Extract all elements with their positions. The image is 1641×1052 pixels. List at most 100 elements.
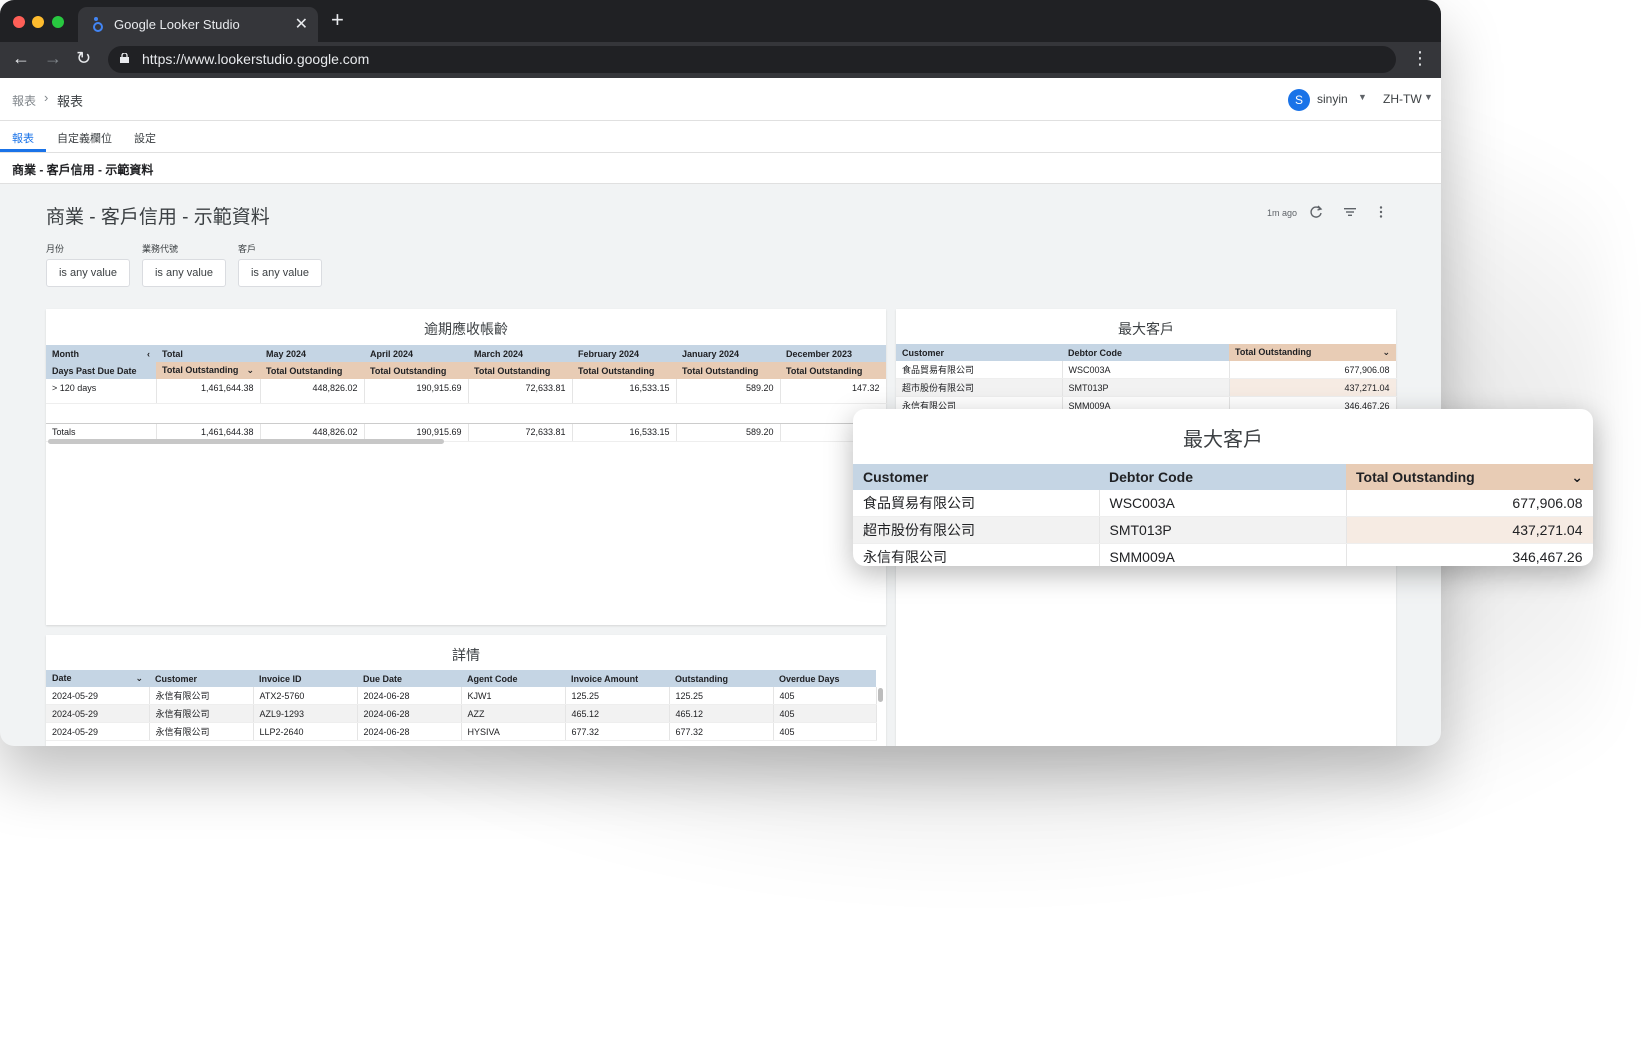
column-header[interactable]: Due Date [357, 670, 461, 687]
filter-customer[interactable]: is any value [238, 259, 322, 287]
metric-header[interactable]: Total Outstanding [364, 362, 468, 379]
pivot-col-header[interactable]: April 2024 [364, 345, 468, 362]
table-row[interactable]: 2024-05-29 永信有限公司 LLP2-2640 2024-06-28 H… [46, 722, 877, 741]
sort-chevron-icon[interactable]: ⌄ [135, 673, 143, 684]
pivot-row-dim-header[interactable]: Month ‹ [46, 345, 156, 362]
back-icon[interactable]: ← [12, 48, 30, 69]
aging-pivot-table[interactable]: Month ‹ Total May 2024 April 2024 March 2… [46, 345, 887, 442]
table-row[interactable]: 食品貿易有限公司 WSC003A 677,906.08 [853, 490, 1593, 517]
tab-settings[interactable]: 設定 [134, 130, 156, 146]
zoom-table[interactable]: Customer Debtor Code Total Outstanding ⌄ … [853, 464, 1593, 566]
forward-icon[interactable]: → [44, 48, 62, 69]
looker-studio-icon [93, 17, 103, 32]
refresh-icon[interactable] [1309, 205, 1323, 219]
last-refreshed-text: 1m ago [1267, 208, 1298, 218]
new-tab-icon[interactable]: + [331, 9, 344, 31]
reload-icon[interactable]: ↻ [76, 48, 91, 69]
avatar[interactable]: S [1288, 89, 1310, 111]
tab-reports[interactable]: 報表 [12, 130, 34, 146]
invoice-amount-cell: 677.32 [565, 722, 670, 741]
table-row[interactable]: > 120 days 1,461,644.38 448,826.02 190,9… [46, 379, 887, 404]
column-header[interactable]: Agent Code [461, 670, 565, 687]
debtor-code-cell: SMM009A [1099, 543, 1347, 566]
metric-header[interactable]: Total Outstanding [780, 362, 886, 379]
column-header[interactable]: Total Outstanding ⌄ [1346, 464, 1593, 490]
tab-custom-fields[interactable]: 自定義欄位 [57, 130, 112, 146]
filter-label-agent: 業務代號 [142, 244, 179, 254]
cell-value: 448,826.02 [260, 379, 365, 404]
minimize-window-button[interactable] [32, 16, 44, 28]
table-row[interactable]: 超市股份有限公司 SMT013P 437,271.04 [853, 516, 1593, 544]
column-header[interactable]: Customer [896, 344, 1062, 361]
pivot-col-header[interactable]: February 2024 [572, 345, 676, 362]
browser-menu-icon[interactable]: ⋮ [1411, 48, 1429, 69]
sort-chevron-icon[interactable]: ⌄ [246, 365, 254, 376]
close-tab-icon[interactable]: ✕ [295, 14, 308, 34]
close-window-button[interactable] [13, 16, 25, 28]
column-header[interactable]: Debtor Code [1099, 464, 1346, 490]
filter-icon[interactable] [1343, 205, 1357, 219]
more-options-icon[interactable] [1374, 205, 1388, 219]
pivot-col-header[interactable]: December 2023 [780, 345, 886, 362]
filter-month[interactable]: is any value [46, 259, 130, 287]
invoice-id-cell: AZL9-1293 [253, 704, 358, 723]
filter-agent-code[interactable]: is any value [142, 259, 226, 287]
cell-value: 147.32 [780, 379, 887, 404]
column-header[interactable]: Total Outstanding ⌄ [1229, 344, 1396, 361]
user-menu-caret-icon[interactable]: ▼ [1358, 92, 1367, 102]
column-header[interactable]: Invoice ID [253, 670, 357, 687]
vertical-scrollbar[interactable] [878, 688, 883, 702]
table-row[interactable]: 2024-05-29 永信有限公司 ATX2-5760 2024-06-28 K… [46, 687, 877, 705]
pivot-col-header[interactable]: Total [156, 345, 260, 362]
chevron-left-icon[interactable]: ‹ [147, 349, 150, 359]
metric-header[interactable]: Total Outstanding ⌄ [156, 362, 260, 379]
username[interactable]: sinyin [1317, 92, 1348, 106]
pivot-col-header[interactable]: March 2024 [468, 345, 572, 362]
browser-tab[interactable]: Google Looker Studio ✕ [78, 7, 318, 42]
metric-header[interactable]: Total Outstanding [468, 362, 572, 379]
column-header[interactable]: Customer [853, 464, 1099, 490]
language-caret-icon[interactable]: ▼ [1424, 92, 1433, 102]
breadcrumb-home[interactable]: 報表 [12, 92, 36, 109]
table-row[interactable]: 食品貿易有限公司 WSC003A 677,906.08 [896, 361, 1397, 379]
outstanding-cell: 346,467.26 [1346, 543, 1593, 566]
top-customers-table[interactable]: Customer Debtor Code Total Outstanding ⌄ … [896, 344, 1397, 415]
column-header[interactable]: Outstanding [669, 670, 773, 687]
sort-chevron-icon[interactable]: ⌄ [1571, 469, 1583, 486]
pivot-col-dim-header[interactable]: Days Past Due Date [46, 362, 156, 379]
horizontal-scrollbar[interactable] [48, 439, 444, 444]
filter-label-customer: 客戶 [238, 244, 257, 254]
page-title: 商業 - 客戶信用 - 示範資料 [12, 163, 154, 177]
metric-header[interactable]: Total Outstanding [676, 362, 780, 379]
details-card: 詳情 Date ⌄ Customer Invoice ID Due Date Ag… [46, 635, 886, 746]
browser-window: Google Looker Studio ✕ + ← → ↻ https://w… [0, 0, 1441, 746]
maximize-window-button[interactable] [52, 16, 64, 28]
customer-cell: 超市股份有限公司 [896, 378, 1063, 397]
column-header[interactable]: Customer [149, 670, 253, 687]
table-row[interactable]: 超市股份有限公司 SMT013P 437,271.04 [896, 378, 1397, 397]
outstanding-cell: 125.25 [669, 687, 774, 705]
invoice-amount-cell: 125.25 [565, 687, 670, 705]
pivot-col-header[interactable]: January 2024 [676, 345, 780, 362]
column-header[interactable]: Date ⌄ [46, 670, 149, 687]
table-row[interactable]: 2024-05-29 永信有限公司 AZL9-1293 2024-06-28 A… [46, 704, 877, 723]
column-header[interactable]: Debtor Code [1062, 344, 1229, 361]
language-selector[interactable]: ZH-TW [1383, 92, 1422, 106]
agent-code-cell: KJW1 [461, 687, 566, 705]
details-table[interactable]: Date ⌄ Customer Invoice ID Due Date Agent… [46, 670, 877, 741]
lock-icon [120, 53, 129, 63]
url-field[interactable]: https://www.lookerstudio.google.com [108, 46, 1396, 73]
due-date-cell: 2024-06-28 [357, 687, 462, 705]
details-title: 詳情 [452, 647, 480, 663]
agent-code-cell: HYSIVA [461, 722, 566, 741]
metric-header[interactable]: Total Outstanding [572, 362, 676, 379]
app-header: 報表 › 報表 S sinyin ▼ ZH-TW ▼ [0, 78, 1441, 121]
sort-chevron-icon[interactable]: ⌄ [1382, 347, 1390, 358]
table-row[interactable]: 永信有限公司 SMM009A 346,467.26 [853, 543, 1593, 566]
report-title: 商業 - 客戶信用 - 示範資料 [46, 207, 270, 228]
customer-cell: 食品貿易有限公司 [896, 361, 1063, 379]
column-header[interactable]: Invoice Amount [565, 670, 669, 687]
metric-header[interactable]: Total Outstanding [260, 362, 364, 379]
pivot-col-header[interactable]: May 2024 [260, 345, 364, 362]
column-header[interactable]: Overdue Days [773, 670, 876, 687]
